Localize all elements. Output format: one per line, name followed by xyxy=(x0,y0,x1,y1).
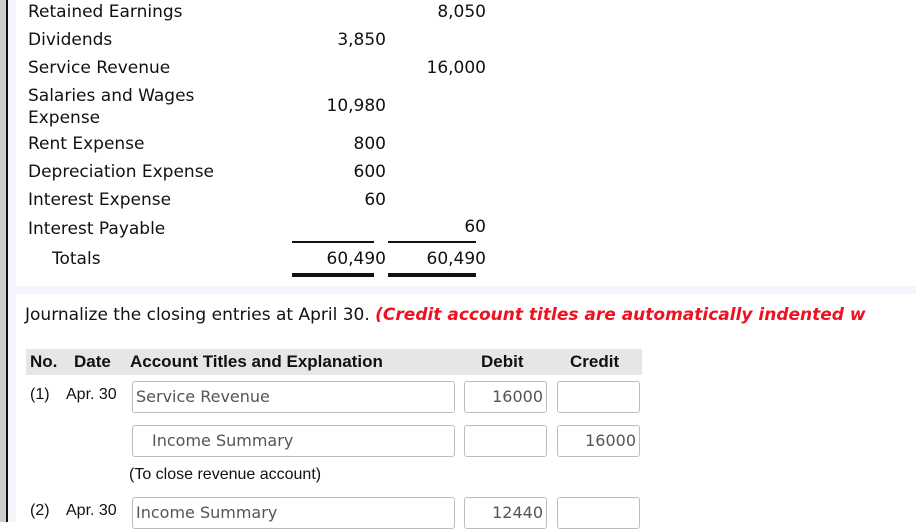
journal-panel: Journalize the closing entries at April … xyxy=(16,294,916,529)
page-frame: Retained Earnings 8,050 Dividends 3,850 … xyxy=(0,0,916,529)
col-header-date: Date xyxy=(74,352,111,371)
account-title-input[interactable]: Service Revenue xyxy=(132,381,455,413)
instructions-note: (Credit account titles are automatically… xyxy=(375,305,866,325)
entry-number: (1) xyxy=(30,386,50,403)
debit-single-underline xyxy=(292,241,374,243)
tb-debit: 800 xyxy=(353,134,386,154)
journal-instructions: Journalize the closing entries at April … xyxy=(25,305,866,325)
col-header-debit: Debit xyxy=(481,352,524,371)
tb-account: Dividends xyxy=(28,30,113,50)
tb-row: Salaries and Wages Expense 10,980 xyxy=(28,85,498,129)
totals-debit: 60,490 xyxy=(326,249,386,269)
tb-account: Rent Expense xyxy=(28,134,145,154)
tb-account: Service Revenue xyxy=(28,58,171,78)
tb-account: Interest Payable xyxy=(28,219,166,239)
entry-explanation: (To close revenue account) xyxy=(129,466,322,483)
col-header-credit: Credit xyxy=(570,352,620,371)
entry-date: Apr. 30 xyxy=(66,502,117,519)
tb-debit: 60 xyxy=(364,190,386,210)
credit-input[interactable]: 16000 xyxy=(557,425,640,457)
journal-header-row: No. Date Account Titles and Explanation … xyxy=(26,349,642,375)
entry-number: (2) xyxy=(30,502,50,519)
tb-account-line: Expense xyxy=(28,108,101,128)
tb-credit: 60 xyxy=(464,217,486,237)
debit-input[interactable]: 12440 xyxy=(464,497,547,529)
tb-debit: 10,980 xyxy=(326,96,386,116)
tb-account: Depreciation Expense xyxy=(28,162,215,182)
section-divider xyxy=(16,286,916,294)
credit-input[interactable] xyxy=(557,381,640,413)
credit-input[interactable] xyxy=(557,497,640,529)
instructions-text: Journalize the closing entries at April … xyxy=(25,305,370,325)
tb-account: Salaries and Wages Expense xyxy=(28,85,228,129)
debit-double-underline xyxy=(292,273,374,277)
totals-label: Totals xyxy=(52,249,101,269)
left-padding xyxy=(8,0,16,522)
tb-debit: 600 xyxy=(353,162,386,182)
debit-input[interactable]: 16000 xyxy=(464,381,547,413)
col-header-no: No. xyxy=(30,352,58,371)
debit-input[interactable] xyxy=(464,425,547,457)
entry-date: Apr. 30 xyxy=(66,386,117,403)
tb-credit: 8,050 xyxy=(437,2,486,22)
credit-double-underline xyxy=(388,273,476,277)
tb-debit: 3,850 xyxy=(337,30,386,50)
trial-balance-panel: Retained Earnings 8,050 Dividends 3,850 … xyxy=(16,0,916,286)
col-header-account: Account Titles and Explanation xyxy=(130,352,383,371)
tb-account: Interest Expense xyxy=(28,190,172,210)
account-title-input[interactable]: Income Summary xyxy=(132,425,455,457)
tb-account-line: Salaries and Wages xyxy=(28,86,195,106)
credit-single-underline xyxy=(388,241,476,243)
totals-credit: 60,490 xyxy=(426,249,486,269)
tb-credit: 16,000 xyxy=(426,58,486,78)
tb-account: Retained Earnings xyxy=(28,2,183,22)
account-title-input[interactable]: Income Summary xyxy=(132,497,455,529)
